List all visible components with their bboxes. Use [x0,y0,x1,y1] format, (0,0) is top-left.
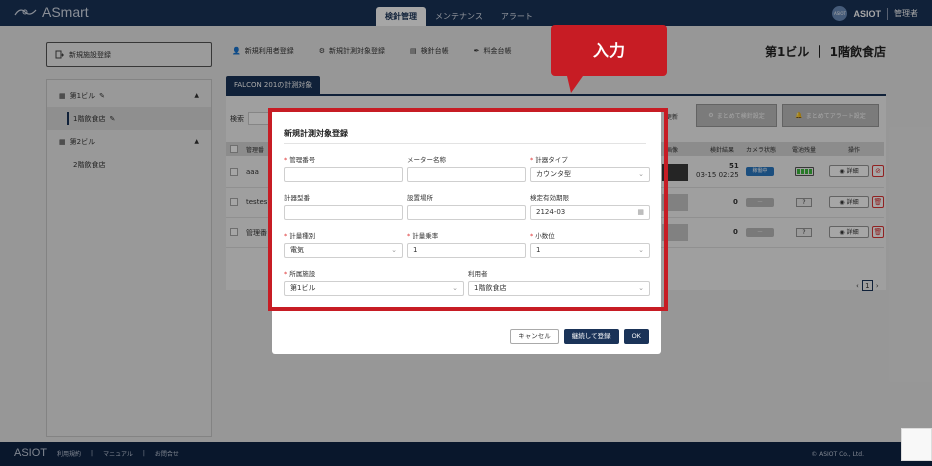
annotation-highlight-box [268,108,668,311]
annotation-callout-tail [567,76,583,93]
ok-button[interactable]: OK [623,329,649,344]
cancel-button[interactable]: キャンセル [510,329,559,344]
modal-footer: キャンセル 継続して登録 OK [510,329,649,344]
continue-register-button[interactable]: 継続して登録 [563,329,619,344]
recaptcha-icon[interactable] [901,428,932,461]
annotation-callout: 入力 [551,25,667,76]
